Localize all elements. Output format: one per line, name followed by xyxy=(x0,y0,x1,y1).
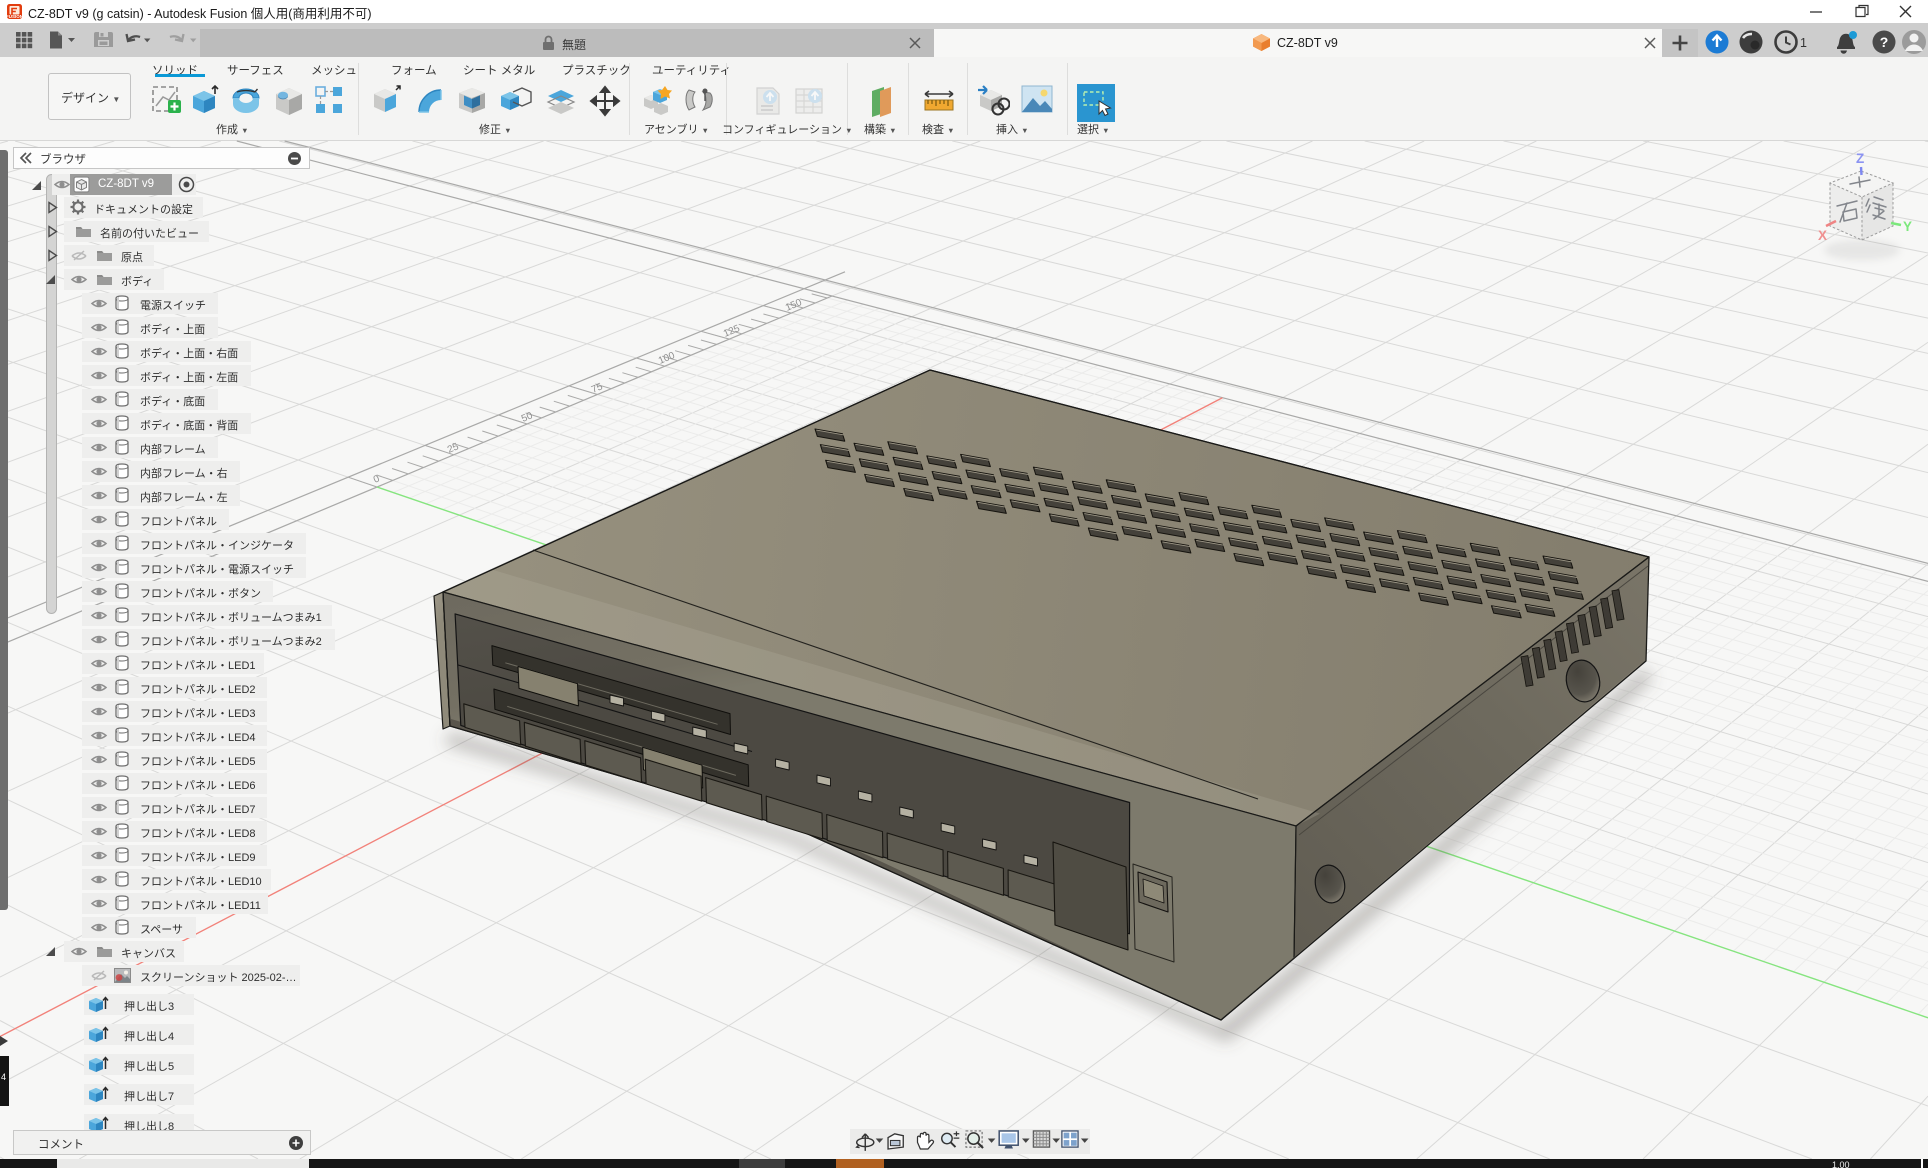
svg-text:X: X xyxy=(1818,228,1827,243)
svg-text:Z: Z xyxy=(1856,151,1864,166)
svg-text:Y: Y xyxy=(1903,219,1912,234)
